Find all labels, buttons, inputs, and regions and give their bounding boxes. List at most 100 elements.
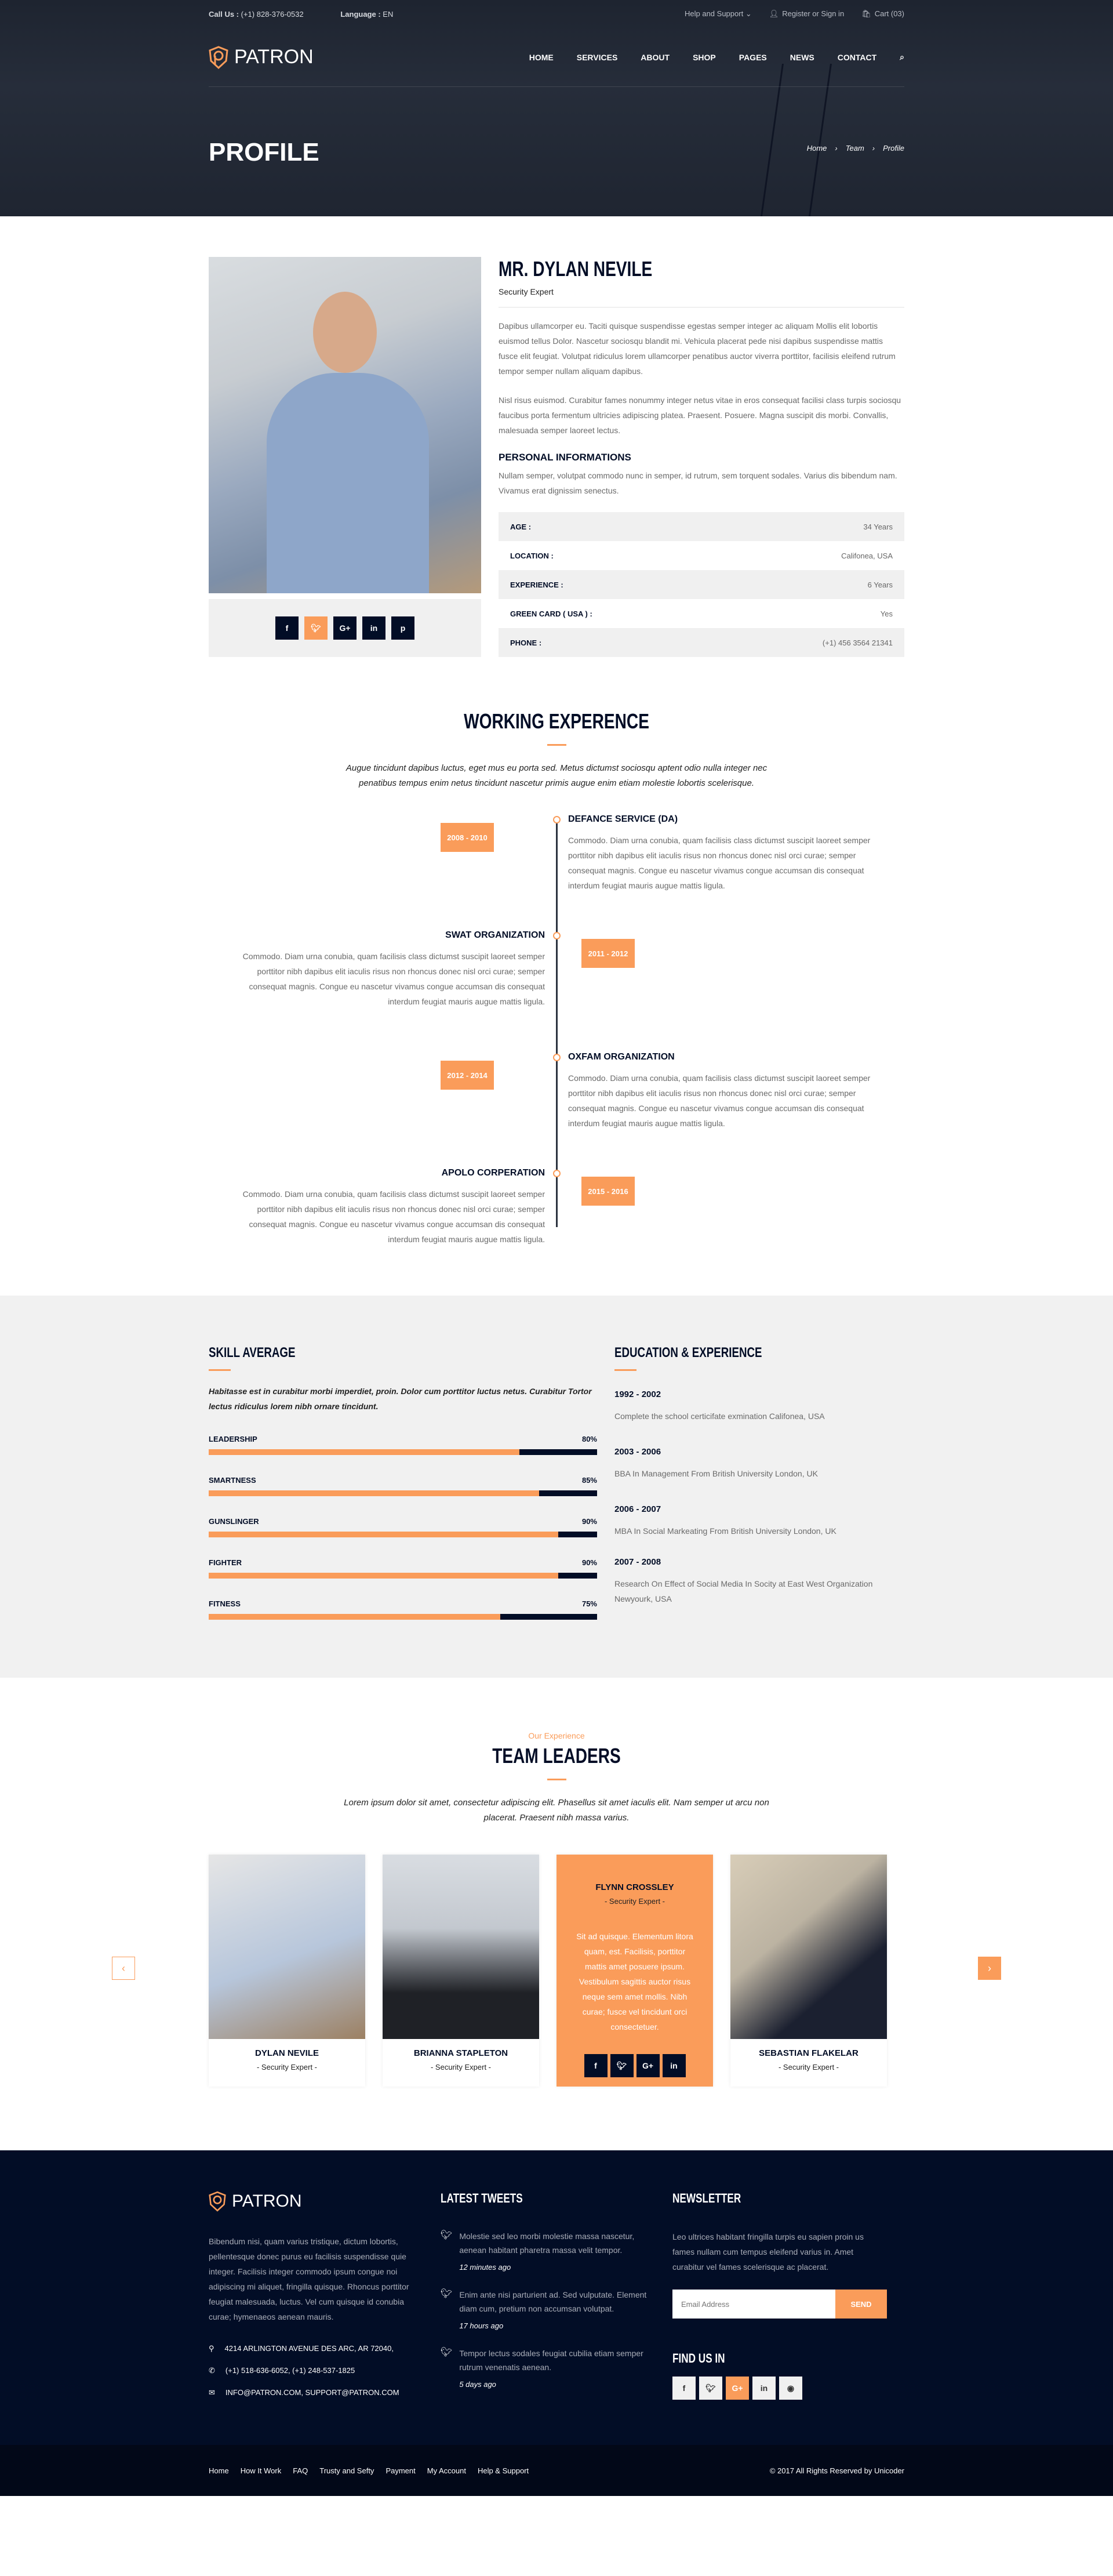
phone-icon: ✆ [209,2366,215,2375]
team-card-active[interactable]: FLYNN CROSSLEY - Security Expert - Sit a… [556,1855,713,2087]
skill-track [209,1532,597,1537]
timeline-line [556,821,558,1227]
footer-link[interactable]: FAQ [293,2466,308,2475]
carousel-next-button[interactable]: › [978,1957,1001,1980]
logo[interactable]: PATRON [209,45,314,69]
linkedin-icon[interactable]: in [662,2054,686,2077]
search-icon[interactable]: ⌕ [900,52,904,62]
google-plus-icon[interactable]: G+ [636,2054,660,2077]
title-underline [547,744,566,746]
skill-bar: SMARTNESS 85% [209,1476,597,1496]
member-photo [209,1855,365,2039]
bag-icon: 🛍︎ [861,9,871,18]
chevron-down-icon: ⌄ [745,9,752,18]
job-title: APOLO CORPERATION [441,1168,545,1178]
envelope-icon: ✉ [209,2388,215,2397]
title-underline [614,1369,636,1371]
title-underline [209,1369,231,1371]
info-row: GREEN CARD ( USA ) : Yes [510,609,893,618]
personal-info-table: AGE :34 Years LOCATION : Califonea, USA E… [499,512,904,657]
title-underline [547,1779,566,1780]
linkedin-icon[interactable]: in [752,2377,776,2400]
job-description: Commodo. Diam urna conubia, quam facilis… [242,952,545,1006]
section-title: WORKING EXPERENCE [464,709,649,733]
twitter-icon[interactable]: 🐦︎ [610,2054,634,2077]
year-badge: 2008 - 2010 [441,823,494,852]
nav-contact[interactable]: CONTACT [838,53,876,62]
nav-home[interactable]: HOME [529,53,554,62]
main-nav: PATRON HOME SERVICES ABOUT SHOP PAGES NE… [209,28,904,87]
team-card[interactable]: BRIANNA STAPLETON - Security Expert - [383,1855,539,2087]
skill-name: GUNSLINGER [209,1517,259,1526]
skill-percent: 85% [581,1476,597,1485]
nav-pages[interactable]: PAGES [739,53,767,62]
twitter-icon[interactable]: 🐦︎ [699,2377,722,2400]
bio-paragraph: Dapibus ullamcorper eu. Taciti quisque s… [499,321,896,376]
footer-link[interactable]: Payment [385,2466,415,2475]
top-bar: Call Us : (+1) 828-376-0532 Language : E… [209,0,904,28]
chevron-right-icon: › [872,144,875,153]
twitter-icon: 🐦︎ [441,2289,453,2299]
nav-shop[interactable]: SHOP [693,53,716,62]
linkedin-icon[interactable]: in [362,616,385,640]
footer-newsletter: NEWSLETTER Leo ultrices habitant fringil… [672,2191,887,2410]
google-plus-icon[interactable]: G+ [726,2377,749,2400]
team-card[interactable]: SEBASTIAN FLAKELAR - Security Expert - [730,1855,887,2087]
carousel-prev-button[interactable]: ‹ [112,1957,135,1980]
language-selector[interactable]: Language : EN [340,10,410,19]
timeline-dot [553,1170,561,1177]
facebook-icon[interactable]: f [672,2377,696,2400]
footer-phones: ✆ (+1) 518-636-6052, (+1) 248-537-1825 [209,2366,355,2375]
nav-about[interactable]: ABOUT [641,53,670,62]
register-link[interactable]: 👤︎ Register or Sign in [769,9,844,19]
profile-section: f 🐦︎ G+ in p MR. DYLAN NEVILE Security E… [209,216,904,657]
twitter-icon[interactable]: 🐦︎ [304,616,328,640]
timeline-dot [553,816,561,823]
education-item: 1992 - 2002 Complete the school certicifa… [614,1389,825,1421]
footer-logo[interactable]: PATRON [209,2191,423,2212]
skill-track [209,1614,597,1620]
facebook-icon[interactable]: f [275,616,299,640]
section-title: TEAM LEADERS [492,1744,621,1768]
footer-link[interactable]: Trusty and Sefty [319,2466,374,2475]
footer-link[interactable]: My Account [427,2466,466,2475]
facebook-icon[interactable]: f [584,2054,608,2077]
email-input[interactable] [672,2290,835,2319]
shield-logo-icon [209,2191,226,2212]
section-lead: Augue tincidunt dapibus luctus, eget mus… [345,763,768,788]
info-row: EXPERIENCE :6 Years [499,570,904,599]
breadcrumb-team[interactable]: Team [846,144,864,153]
footer-about: PATRON Bibendum nisi, quam varius tristi… [209,2191,423,2410]
skill-name: FIGHTER [209,1558,242,1567]
profile-photo [209,257,481,593]
nav-news[interactable]: NEWS [790,53,814,62]
footer-link[interactable]: How It Work [241,2466,282,2475]
google-plus-icon[interactable]: G+ [333,616,357,640]
year-badge: 2011 - 2012 [581,939,635,968]
breadcrumb-home[interactable]: Home [807,144,827,153]
help-support-dropdown[interactable]: Help and Support ⌄ [685,9,752,19]
copyright: © 2017 All Rights Reserved by Unicoder [769,2466,904,2475]
rss-icon[interactable]: ◉ [779,2377,802,2400]
footer-link[interactable]: Help & Support [478,2466,529,2475]
footer: PATRON Bibendum nisi, quam varius tristi… [0,2150,1113,2496]
cart-link[interactable]: 🛍︎ Cart (03) [861,9,904,19]
profile-social: f 🐦︎ G+ in p [209,599,481,657]
skill-fill [209,1490,539,1496]
send-button[interactable]: SEND [835,2290,887,2319]
section-kicker: Our Experience [528,1731,585,1740]
skill-bar: LEADERSHIP 80% [209,1435,597,1455]
skill-percent: 90% [581,1517,597,1526]
pinterest-icon[interactable]: p [391,616,414,640]
job-description: Commodo. Diam urna conubia, quam facilis… [568,1073,871,1128]
education-item: 2007 - 2008 Research On Effect of Social … [614,1557,873,1603]
timeline: 2008 - 2010 DEFANCE SERVICE (DA) Commodo… [209,814,904,1255]
footer-social: f 🐦︎ G+ in ◉ [672,2377,887,2400]
nav-services[interactable]: SERVICES [577,53,618,62]
map-pin-icon: ⚲ [209,2344,214,2353]
timeline-dot [553,932,561,939]
personal-info-text: Nullam semper, volutpat commodo nunc in … [499,471,897,495]
footer-link[interactable]: Home [209,2466,229,2475]
personal-info-title: PERSONAL INFORMATIONS [499,452,631,463]
team-card[interactable]: DYLAN NEVILE - Security Expert - [209,1855,365,2087]
